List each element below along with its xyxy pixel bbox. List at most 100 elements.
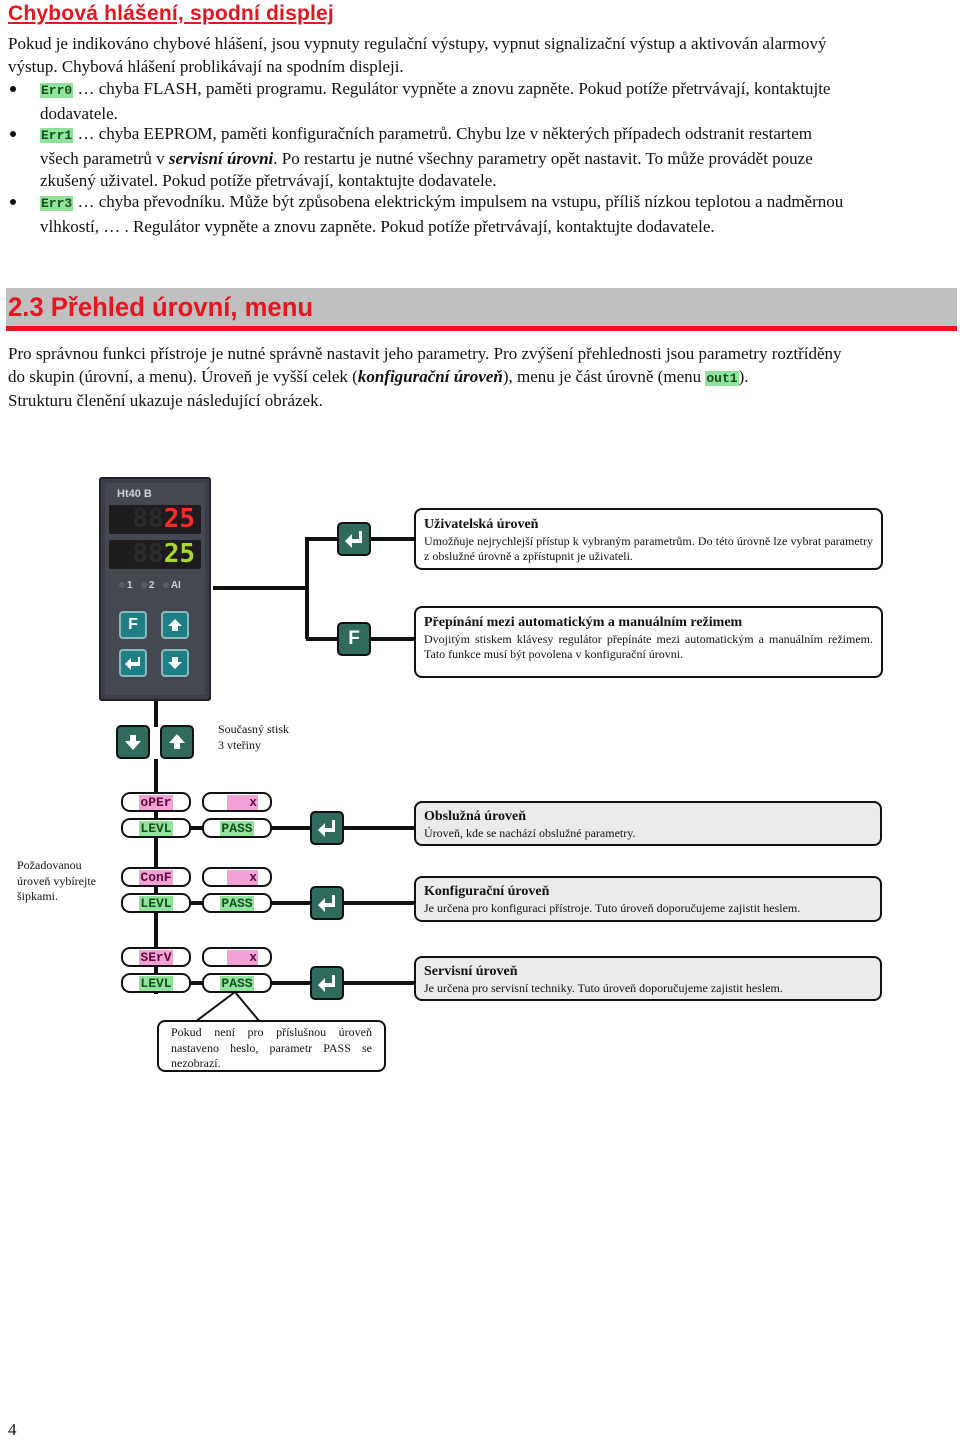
- connector-line: [344, 981, 416, 985]
- overview-line3: Strukturu členění ukazuje následující ob…: [8, 391, 323, 410]
- level-description-box: Obslužná úroveň Úroveň, kde se nachází o…: [414, 801, 882, 846]
- enter-icon: [318, 895, 335, 912]
- level-description-box: Servisní úroveň Je určena pro servisní t…: [414, 956, 882, 1001]
- enter-icon: [318, 975, 335, 992]
- error-desc-cont: vlhkostí, … . Regulátor vypněte a znovu …: [40, 216, 715, 236]
- level-code-pill[interactable]: oPEr: [121, 792, 191, 812]
- down-arrow-icon: [125, 735, 141, 750]
- levl-pill[interactable]: LEVL: [121, 818, 191, 838]
- error-desc: … chyba převodníku. Může být způsobena e…: [77, 192, 844, 211]
- user-level-box: Uživatelská úroveň Umožňuje nejrychlejší…: [414, 508, 883, 570]
- select-hint-line1: Požadovanou: [17, 858, 82, 872]
- error-desc-cont: dodavatele.: [40, 103, 118, 123]
- connector-line: [371, 537, 416, 541]
- error-intro-line1: Pokud je indikováno chybové hlášení, jso…: [8, 34, 827, 53]
- f-key[interactable]: F: [337, 622, 371, 656]
- enter-key[interactable]: [310, 886, 344, 920]
- password-value: x: [227, 869, 258, 885]
- service-level-emphasis: servisní úrovni: [168, 148, 274, 168]
- display-ghost-digits: 88: [132, 539, 164, 569]
- connector-line: [371, 637, 416, 641]
- upper-display-value: 25: [163, 504, 195, 534]
- error-intro-line2: výstup. Chybová hlášení problikávají na …: [8, 56, 404, 76]
- bullet-icon: [10, 131, 16, 137]
- error-section-title: Chybová hlášení, spodní displej: [8, 2, 334, 25]
- levl-label: LEVL: [139, 895, 173, 911]
- menu-code: out1: [705, 370, 739, 386]
- led-icon: [140, 582, 147, 588]
- overview-text-part: do skupin (úrovní, a menu). Úroveň je vy…: [8, 366, 358, 386]
- overview-paragraph: Pro správnou funkci přístroje je nutné s…: [8, 343, 953, 413]
- controller-device: Ht40 B 8825 8825 1 2 AI F: [99, 477, 211, 701]
- up-key[interactable]: [160, 725, 194, 759]
- select-hint-line3: šipkami.: [17, 889, 58, 903]
- password-value-pill[interactable]: x: [202, 867, 272, 887]
- pass-label: PASS: [220, 895, 254, 911]
- device-down-key[interactable]: [161, 649, 189, 677]
- user-level-text: Umožňuje nejrychlejší přístup k vybraným…: [424, 534, 873, 563]
- device-up-key[interactable]: [161, 611, 189, 639]
- error-code: Err0: [40, 83, 74, 98]
- page-number: 4: [8, 1420, 17, 1439]
- section-title: 2.3 Přehled úrovní, menu: [8, 292, 314, 322]
- device-model-label: Ht40 B: [117, 488, 152, 500]
- pass-pill[interactable]: PASS: [202, 893, 272, 913]
- error-desc: … chyba EEPROM, paměti konfiguračních pa…: [77, 124, 813, 143]
- bullet-icon: [10, 86, 16, 92]
- simultaneous-press-note: Současný stisk 3 vteřiny: [218, 722, 289, 753]
- connector-line: [213, 586, 306, 590]
- connector-line: [271, 826, 311, 830]
- down-key[interactable]: [116, 725, 150, 759]
- connector-line: [271, 981, 311, 985]
- connector-line: [344, 826, 416, 830]
- pass-pill[interactable]: PASS: [202, 818, 272, 838]
- enter-key[interactable]: [310, 966, 344, 1000]
- connector-line: [271, 901, 311, 905]
- error-desc-part: . Po restartu je nutné všechny parametry…: [273, 148, 813, 168]
- led-icon: [119, 582, 125, 588]
- enter-icon: [318, 820, 335, 837]
- up-arrow-icon: [168, 619, 182, 631]
- password-value-pill[interactable]: x: [202, 947, 272, 967]
- error-desc-part: všech parametrů v: [40, 148, 169, 168]
- enter-key[interactable]: [337, 522, 371, 556]
- password-value: x: [227, 794, 258, 810]
- level-code: oPEr: [139, 794, 173, 810]
- auto-manual-text: Dvojitým stiskem klávesy regulátor přepí…: [424, 632, 873, 661]
- level-code: SErV: [139, 949, 173, 965]
- overview-line1: Pro správnou funkci přístroje je nutné s…: [8, 344, 842, 363]
- level-code-pill[interactable]: SErV: [121, 947, 191, 967]
- connector-line: [306, 637, 338, 641]
- level-description-box: Konfigurační úroveň Je určena pro konfig…: [414, 876, 882, 922]
- connector-line: [344, 901, 416, 905]
- level-text: Je určena pro konfiguraci přístroje. Tut…: [424, 901, 801, 915]
- device-f-key[interactable]: F: [119, 611, 147, 639]
- led-label-1: 1: [127, 580, 133, 591]
- display-ghost-digits: 88: [132, 504, 164, 534]
- simultaneous-press-line2: 3 vteřiny: [218, 737, 261, 752]
- device-enter-key[interactable]: [119, 649, 147, 677]
- led-icon: [162, 582, 169, 588]
- level-code-pill[interactable]: ConF: [121, 867, 191, 887]
- simultaneous-press-line1: Současný stisk: [218, 722, 290, 736]
- pass-label: PASS: [220, 820, 254, 836]
- connector-line: [154, 701, 158, 727]
- pass-label: PASS: [220, 975, 254, 991]
- upper-display: 8825: [109, 505, 201, 534]
- level-code: ConF: [139, 869, 173, 885]
- levl-pill[interactable]: LEVL: [121, 893, 191, 913]
- user-level-title: Uživatelská úroveň: [424, 517, 539, 532]
- connector-line: [305, 537, 309, 639]
- auto-manual-box: Přepínání mezi automatickým a manuálním …: [414, 606, 883, 678]
- error-desc-cont: zkušený uživatel. Pokud potíže přetrváva…: [40, 171, 497, 190]
- level-text: Je určena pro servisní techniky. Tuto úr…: [424, 981, 783, 995]
- password-value-pill[interactable]: x: [202, 792, 272, 812]
- led-indicators: 1 2 AI: [119, 580, 181, 591]
- bullet-icon: [10, 199, 16, 205]
- error-item-err1: Err1 … chyba EEPROM, paměti konfigurační…: [40, 123, 950, 193]
- error-item-err0: Err0 … chyba FLASH, paměti programu. Reg…: [40, 78, 950, 125]
- error-desc: … chyba FLASH, paměti programu. Reguláto…: [77, 79, 831, 98]
- password-callout: Pokud není pro příslušnou úroveň nastave…: [157, 1020, 386, 1072]
- enter-key[interactable]: [310, 811, 344, 845]
- enter-icon: [345, 531, 362, 548]
